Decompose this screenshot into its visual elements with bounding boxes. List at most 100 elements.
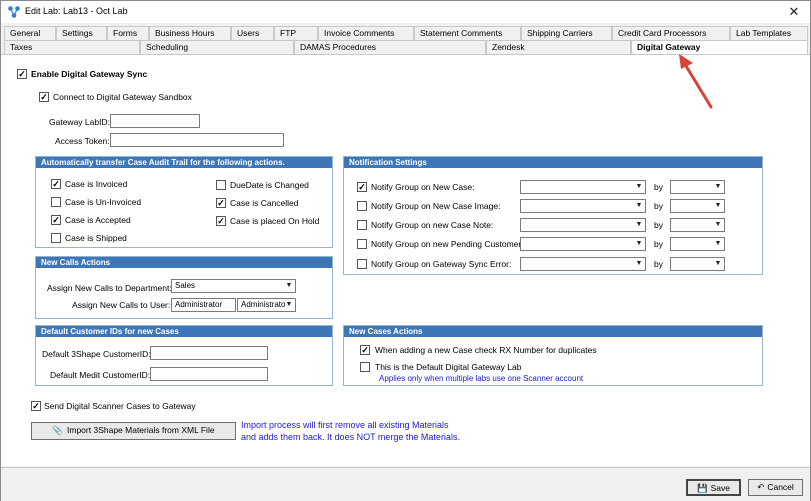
assign-department-value: Sales: [175, 281, 196, 290]
tab-invoice-comments[interactable]: Invoice Comments: [318, 26, 414, 40]
import-3shape-materials-label: Import 3Shape Materials from XML File: [67, 425, 215, 435]
case-cancelled-checkbox[interactable]: ✓: [216, 198, 226, 208]
notify-case-note-checkbox[interactable]: [357, 220, 367, 230]
case-accepted-checkbox[interactable]: ✓: [51, 215, 61, 225]
case-shipped-label: Case is Shipped: [65, 233, 127, 243]
notify-new-case-group-select[interactable]: ▼: [520, 180, 646, 194]
send-scanner-cases-checkbox[interactable]: ✓: [31, 401, 41, 411]
notify-new-case-by-select[interactable]: ▼: [670, 180, 725, 194]
assign-user-label: Assign New Calls to User:: [72, 300, 171, 310]
rx-duplicates-checkbox[interactable]: ✓: [360, 345, 370, 355]
by-label: by: [654, 220, 663, 230]
case-on-hold-checkbox[interactable]: ✓: [216, 216, 226, 226]
import-note-line1: Import process will first remove all exi…: [241, 420, 449, 430]
tab-zendesk[interactable]: Zendesk: [486, 40, 631, 54]
chevron-down-icon: ▼: [714, 183, 722, 190]
tab-settings[interactable]: Settings: [56, 26, 107, 40]
title-bar: Edit Lab: Lab13 - Oct Lab ✕: [1, 1, 810, 23]
notify-case-image-by-select[interactable]: ▼: [670, 199, 725, 213]
case-on-hold-label: Case is placed On Hold: [230, 216, 320, 226]
gateway-labid-label: Gateway LabID:: [49, 117, 110, 127]
tab-statement-comments[interactable]: Statement Comments: [414, 26, 521, 40]
case-accepted-label: Case is Accepted: [65, 215, 131, 225]
assign-department-select[interactable]: Sales ▼: [171, 279, 296, 293]
case-uninvoiced-checkbox[interactable]: [51, 197, 61, 207]
send-scanner-cases-label: Send Digital Scanner Cases to Gateway: [44, 401, 196, 411]
notify-pending-customer-checkbox[interactable]: [357, 239, 367, 249]
access-token-label: Access Token:: [55, 136, 110, 146]
paperclip-icon: 📎: [52, 425, 64, 435]
sandbox-checkbox[interactable]: ✓: [39, 92, 49, 102]
close-icon[interactable]: ✕: [784, 3, 804, 20]
cancel-button[interactable]: ↶ Cancel: [748, 479, 803, 496]
notify-case-note-group-select[interactable]: ▼: [520, 218, 646, 232]
tab-users[interactable]: Users: [231, 26, 274, 40]
chevron-down-icon: ▼: [635, 202, 643, 209]
default-medit-input[interactable]: [150, 367, 268, 381]
tab-business-hours[interactable]: Business Hours: [149, 26, 231, 40]
tab-damas-procedures[interactable]: DAMAS Procedures: [294, 40, 486, 54]
tab-scheduling[interactable]: Scheduling: [140, 40, 294, 54]
chevron-down-icon: ▼: [635, 221, 643, 228]
case-invoiced-label: Case is Invoiced: [65, 179, 128, 189]
gateway-labid-input[interactable]: [110, 114, 200, 128]
notify-case-note-by-select[interactable]: ▼: [670, 218, 725, 232]
by-label: by: [654, 259, 663, 269]
chevron-down-icon: ▼: [285, 301, 293, 308]
notify-case-image-checkbox[interactable]: [357, 201, 367, 211]
tab-credit-card-processors[interactable]: Credit Card Processors: [612, 26, 730, 40]
tab-general[interactable]: General: [4, 26, 56, 40]
duedate-changed-checkbox[interactable]: [216, 180, 226, 190]
default-3shape-label: Default 3Shape CustomerID:: [42, 349, 151, 359]
tab-shipping-carriers[interactable]: Shipping Carriers: [521, 26, 612, 40]
dialog-footer: 💾 Save ↶ Cancel: [1, 467, 810, 501]
assign-user-input[interactable]: Administrator: [171, 298, 236, 312]
sandbox-label: Connect to Digital Gateway Sandbox: [53, 92, 192, 102]
notify-pending-customer-by-select[interactable]: ▼: [670, 237, 725, 251]
case-uninvoiced-label: Case is Un-Invoiced: [65, 197, 142, 207]
notification-settings-group: Notification Settings ✓ Notify Group on …: [343, 156, 763, 275]
notify-sync-error-label: Notify Group on Gateway Sync Error:: [371, 259, 512, 269]
save-icon: 💾: [697, 483, 708, 493]
notify-sync-error-checkbox[interactable]: [357, 259, 367, 269]
undo-icon: ↶: [757, 482, 765, 492]
enable-sync-checkbox[interactable]: ✓: [17, 69, 27, 79]
by-label: by: [654, 182, 663, 192]
import-3shape-materials-button[interactable]: 📎 Import 3Shape Materials from XML File: [31, 422, 236, 440]
tab-forms[interactable]: Forms: [107, 26, 149, 40]
new-cases-actions-group: New Cases Actions ✓ When adding a new Ca…: [343, 325, 763, 386]
save-button[interactable]: 💾 Save: [686, 479, 741, 496]
tab-lab-templates[interactable]: Lab Templates: [730, 26, 808, 40]
audit-trail-header: Automatically transfer Case Audit Trail …: [36, 157, 332, 168]
audit-trail-group: Automatically transfer Case Audit Trail …: [35, 156, 333, 248]
assign-user-select[interactable]: Administrato ▼: [237, 298, 296, 312]
window-title: Edit Lab: Lab13 - Oct Lab: [25, 6, 128, 16]
default-gateway-lab-checkbox[interactable]: [360, 362, 370, 372]
notify-new-case-checkbox[interactable]: ✓: [357, 182, 367, 192]
notify-case-note-label: Notify Group on new Case Note:: [371, 220, 494, 230]
notify-pending-customer-label: Notify Group on new Pending Customer:: [371, 239, 524, 249]
tab-taxes[interactable]: Taxes: [4, 40, 140, 54]
case-cancelled-label: Case is Cancelled: [230, 198, 299, 208]
default-customer-ids-header: Default Customer IDs for new Cases: [36, 326, 332, 337]
enable-sync-label: Enable Digital Gateway Sync: [31, 69, 148, 79]
notify-pending-customer-group-select[interactable]: ▼: [520, 237, 646, 251]
case-shipped-checkbox[interactable]: [51, 233, 61, 243]
chevron-down-icon: ▼: [714, 240, 722, 247]
access-token-input[interactable]: [110, 133, 284, 147]
rx-duplicates-label: When adding a new Case check RX Number f…: [375, 345, 597, 355]
by-label: by: [654, 201, 663, 211]
chevron-down-icon: ▼: [714, 221, 722, 228]
notify-sync-error-by-select[interactable]: ▼: [670, 257, 725, 271]
notify-sync-error-group-select[interactable]: ▼: [520, 257, 646, 271]
new-calls-header: New Calls Actions: [36, 257, 332, 268]
notify-new-case-label: Notify Group on New Case:: [371, 182, 475, 192]
tab-ftp[interactable]: FTP: [274, 26, 318, 40]
by-label: by: [654, 239, 663, 249]
default-3shape-input[interactable]: [150, 346, 268, 360]
default-gateway-lab-label: This is the Default Digital Gateway Lab: [375, 362, 522, 372]
chevron-down-icon: ▼: [285, 282, 293, 289]
scanner-account-note: Applies only when multiple labs use one …: [379, 374, 584, 383]
notify-case-image-group-select[interactable]: ▼: [520, 199, 646, 213]
case-invoiced-checkbox[interactable]: ✓: [51, 179, 61, 189]
